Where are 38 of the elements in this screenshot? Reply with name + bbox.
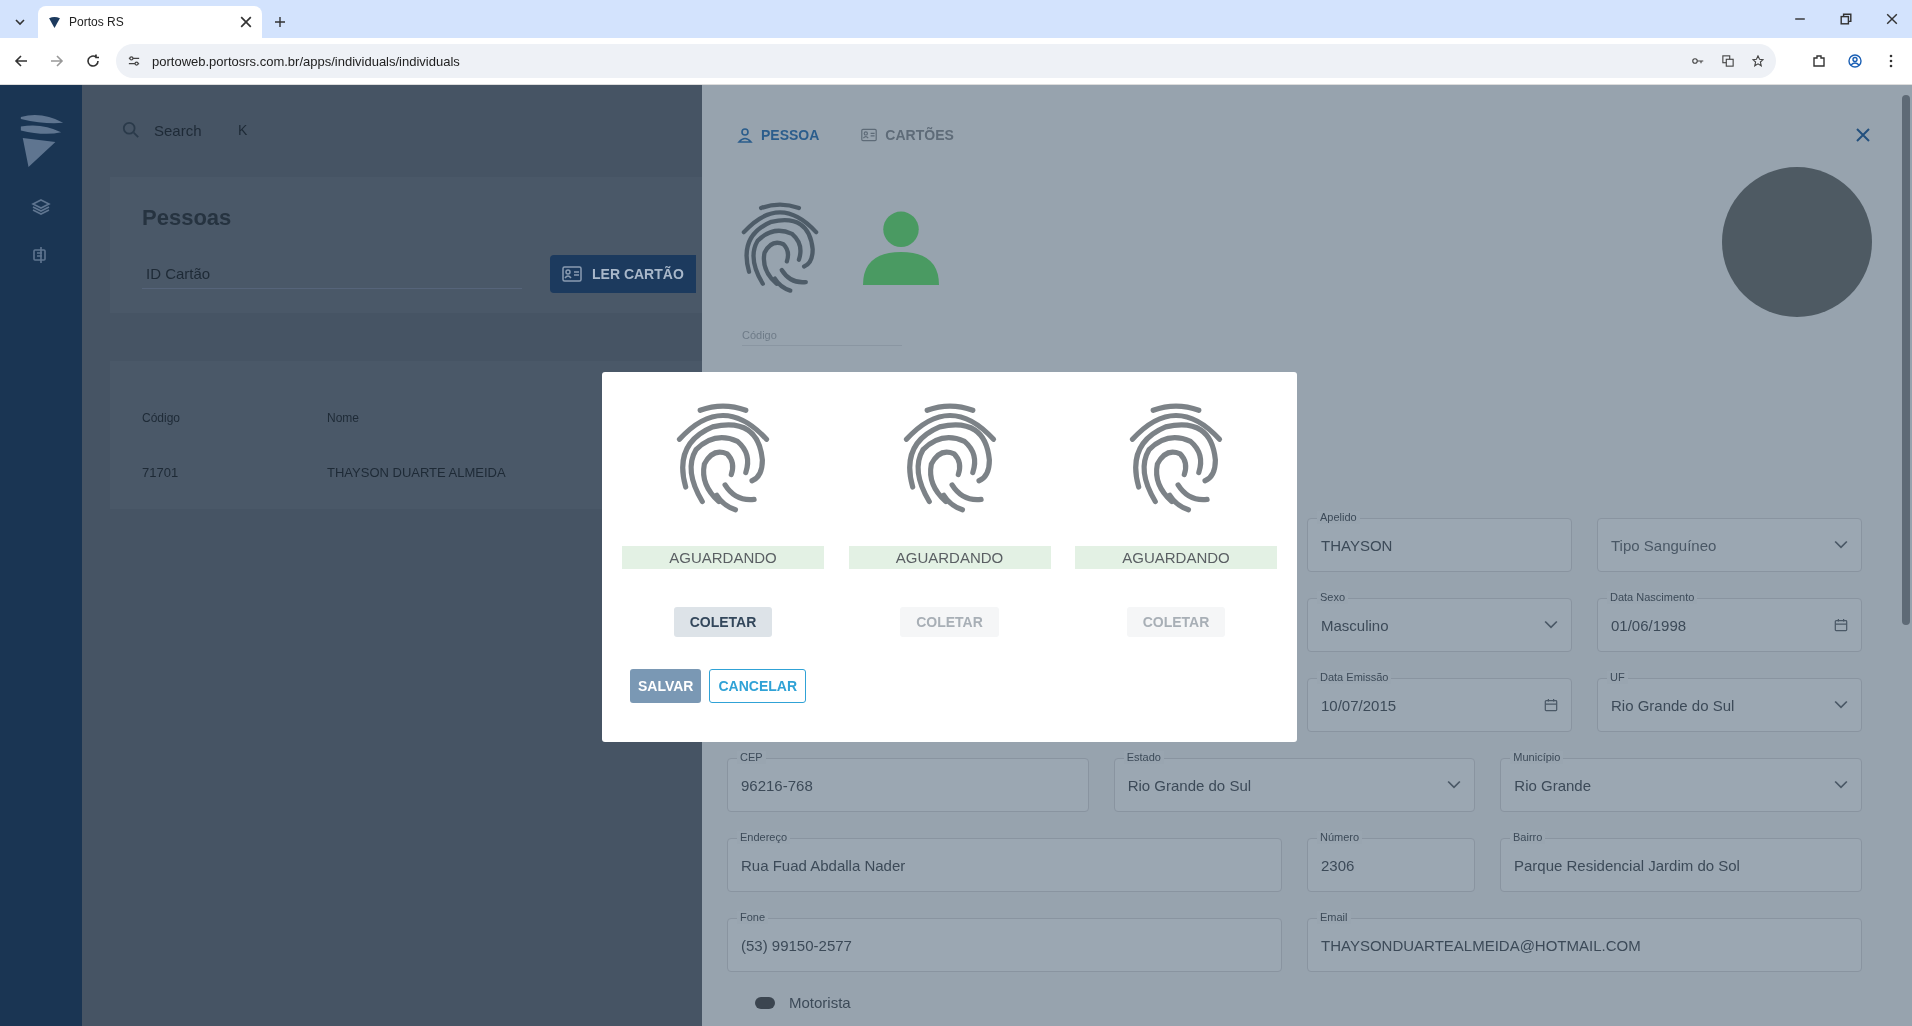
close-tab-icon[interactable] (240, 16, 252, 28)
status-label: AGUARDANDO (622, 546, 824, 569)
calendar-icon (1544, 698, 1558, 712)
forward-icon[interactable] (50, 54, 64, 68)
status-label: AGUARDANDO (1075, 546, 1277, 569)
close-icon[interactable] (1856, 128, 1870, 142)
translate-icon[interactable] (1722, 55, 1734, 67)
cancel-button[interactable]: CANCELAR (709, 669, 807, 703)
toggle-label: Motorista (789, 994, 851, 1011)
site-settings-icon[interactable] (128, 55, 140, 67)
address-bar[interactable]: portoweb.portosrs.com.br/apps/individuals/individuals (116, 44, 1776, 78)
id-card-icon (562, 266, 582, 282)
collect-button[interactable]: COLETAR (673, 607, 773, 637)
toggle-switch[interactable] (755, 996, 775, 1009)
drawer-tab[interactable]: CARTÕES (851, 123, 964, 147)
chevron-down-icon[interactable] (14, 18, 26, 26)
key-icon[interactable] (1692, 55, 1704, 67)
read-card-button[interactable]: LER CARTÃO (550, 255, 696, 293)
reload-icon[interactable] (86, 54, 100, 68)
save-button[interactable]: SALVAR (630, 669, 702, 703)
layers-icon[interactable] (31, 197, 51, 217)
drawer-tab[interactable]: PESSOA (727, 123, 830, 147)
extensions-icon[interactable] (1812, 54, 1826, 68)
person-icon (737, 127, 753, 143)
tab-title: Portos RS (69, 15, 125, 29)
restore-icon[interactable] (1840, 13, 1852, 25)
star-icon[interactable] (1752, 55, 1764, 67)
close-window-icon[interactable] (1886, 13, 1898, 25)
new-tab-icon[interactable] (274, 16, 286, 28)
calendar-icon (1834, 618, 1848, 632)
browser-tab[interactable]: Portos RS (38, 6, 262, 38)
person-icon (863, 209, 939, 285)
status-label: AGUARDANDO (848, 546, 1051, 569)
id-card-icon (861, 127, 878, 143)
site-logo-icon (48, 15, 61, 29)
back-icon[interactable] (14, 54, 28, 68)
search-icon (122, 121, 140, 139)
profile-icon[interactable] (1848, 54, 1862, 68)
